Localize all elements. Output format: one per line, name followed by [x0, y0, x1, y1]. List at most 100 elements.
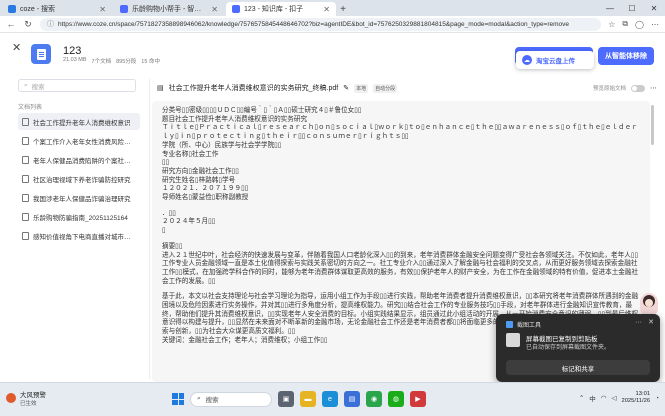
site-info-icon[interactable]: ⓘ [47, 19, 54, 29]
notification-bell-icon[interactable]: ◔ [655, 395, 659, 402]
notification-body: 已自动保存到屏幕截图文件夹。 [526, 345, 611, 351]
new-tab-button[interactable]: + [336, 2, 350, 16]
close-tab-icon[interactable]: ✕ [211, 5, 218, 14]
file-icon [22, 136, 29, 145]
task-view-icon[interactable]: ▣ [278, 391, 294, 407]
doc-paragraph: １２０２１．２０７１９９▯▯ [162, 185, 249, 193]
close-icon[interactable]: ✕ [12, 41, 21, 54]
markup-and-share-button[interactable]: 标记和共享 [506, 360, 650, 375]
notification-more-icon[interactable]: ··· [635, 319, 642, 326]
system-tray: ⌃ 中 ◠ ◁ 13:01 2025/11/26 ◔ [579, 391, 659, 405]
edge-icon[interactable]: e [322, 391, 338, 407]
document-list-title: 文档列表 [18, 105, 43, 111]
cloud-upload-label: 淘宝云盘上传 [536, 58, 575, 65]
close-window-button[interactable]: ✕ [643, 0, 665, 16]
address-bar: ← ↻ ⓘ https://www.coze.cn/space/75718273… [0, 16, 665, 33]
menu-icon[interactable]: ⋯ [651, 20, 659, 29]
doc-paragraph: ２０２４年５月▯▯ [162, 218, 216, 226]
weather-alert-icon [6, 393, 16, 403]
tab-shopping-helper[interactable]: 乐龄购物小帮手 - 智能体 - 扣子 ✕ [114, 2, 224, 16]
notification-header: 截图工具 [506, 320, 541, 329]
store-icon[interactable]: ▤ [344, 391, 360, 407]
remove-from-agent-button[interactable]: 从智能体移除 [598, 47, 654, 65]
media-icon[interactable]: ▶ [410, 391, 426, 407]
doc-paragraph: 专业名称▯社会工作 [162, 150, 219, 158]
clock-time: 13:01 [635, 391, 651, 397]
doc-paragraph: 研究方向▯金融社会工作▯▯ [162, 167, 239, 175]
browser-tab-bar: coze - 搜索 ✕ 乐龄购物小帮手 - 智能体 - 扣子 ✕ 123 - 知… [0, 0, 665, 16]
document-item[interactable]: 社区治理视域下养老诈骗防控研究 [18, 170, 140, 187]
wifi-icon[interactable]: ◠ [601, 394, 607, 402]
file-explorer-icon[interactable]: ▬ [300, 391, 316, 407]
wechat-icon[interactable]: ◍ [388, 391, 404, 407]
clock[interactable]: 13:01 2025/11/26 [621, 391, 650, 405]
coze-favicon-icon [120, 5, 128, 13]
document-item[interactable]: 个案工作介入老年女性消费风险认知 [18, 132, 140, 149]
doc-paragraph: 学院（所、中心）民族学与社会学学院▯▯ [162, 141, 282, 149]
document-item[interactable]: 我国涉老年人保健品诈骗治理研究 [18, 189, 140, 206]
refresh-icon[interactable]: ↻ [23, 19, 33, 30]
edit-icon[interactable]: ✎ [343, 84, 349, 92]
doc-paragraph: ．▯▯ [162, 209, 176, 217]
knowledge-base-icon [31, 44, 51, 64]
doc-paragraph: Ｔｉｔｌｅ▯Ｐｒａｃｔｉｃａｌ▯ｒｅｓｅａｒｃｈ▯ｏｎ▯ｓｏｃｉａｌ▯ｗｏｒｋ▯… [162, 124, 638, 141]
search-icon: ⌕ [24, 81, 28, 89]
weather-subtitle: 已生效 [20, 401, 37, 407]
weather-title: 大风预警 [20, 392, 46, 399]
search-icon: ⌕ [197, 395, 201, 402]
doc-paragraph: 导师姓名▯蒙益俭▯职称副教授 [162, 194, 249, 202]
screenshot-notification[interactable]: 截图工具 ··· ✕ 屏幕截图已复制到剪贴板 已自动保存到屏幕截图文件夹。 标记… [496, 314, 660, 382]
document-item[interactable]: 感知价值视角下电商直播对城市低龄 [18, 227, 140, 244]
close-tab-icon[interactable]: ✕ [99, 5, 106, 14]
start-button[interactable] [172, 393, 184, 405]
window-controls: — ☐ ✕ [599, 0, 665, 16]
document-header: ▤ 社会工作提升老年人消费维权意识的实务研究_终稿.pdf ✎ 本地 自动分段 … [157, 82, 657, 94]
extensions-icon[interactable]: ⧉ [622, 19, 628, 29]
file-icon [22, 155, 29, 164]
segment-mode-badge: 自动分段 [373, 83, 398, 93]
pdf-file-icon: ▤ [157, 85, 164, 92]
doc-paragraph: ▯ [162, 227, 166, 235]
chrome-icon[interactable]: ◉ [366, 391, 382, 407]
profile-icon[interactable]: ◯ [635, 20, 644, 29]
cloud-upload-icon: ☁ [522, 55, 532, 65]
clock-date: 2025/11/26 [621, 398, 651, 404]
tab-knowledge-123[interactable]: 123 - 知识库 - 扣子 ✕ [226, 2, 336, 16]
doc-count-stat: 7个文档 [91, 59, 112, 65]
document-item[interactable]: 老年人保健品消费陷阱的个案社会工作 [18, 151, 140, 168]
search-placeholder: 搜索 [31, 83, 45, 91]
snipping-tool-icon [506, 321, 513, 328]
back-arrow-icon[interactable]: ← [6, 19, 16, 29]
more-options-icon[interactable]: ⋯ [650, 84, 657, 92]
weather-widget[interactable]: 大风预警 已生效 [6, 389, 46, 407]
preview-original-label: 预览原始文档 [592, 86, 626, 92]
url-text: https://www.coze.cn/space/75718273588989… [58, 20, 570, 28]
document-item[interactable]: 乐龄购物防骗指南_20251125164 [18, 208, 140, 225]
taskbar: 大风预警 已生效 ⌕ 搜索 ▣ ▬ e ▤ ◉ ◍ ▶ ⌃ 中 ◠ ◁ 13:0… [0, 382, 665, 416]
minimize-button[interactable]: — [599, 0, 621, 16]
file-icon [22, 212, 29, 221]
knowledge-base-name: 123 [63, 45, 82, 57]
document-sidebar: ⌕ 搜索 文档列表 社会工作提升老年人消费维权意识 个案工作介入老年女性消费风险… [18, 79, 140, 379]
tab-coze-search[interactable]: coze - 搜索 ✕ [2, 2, 112, 16]
document-item[interactable]: 社会工作提升老年人消费维权意识 [18, 113, 140, 130]
close-tab-icon[interactable]: ✕ [323, 5, 330, 14]
doc-paragraph: ▯▯ [162, 159, 170, 167]
maximize-button[interactable]: ☐ [621, 0, 643, 16]
notification-close-icon[interactable]: ✕ [648, 318, 654, 326]
segment-count-stat: 895分段 [116, 59, 137, 65]
document-scrollbar[interactable] [651, 105, 654, 145]
star-icon[interactable]: ☆ [608, 20, 615, 29]
cloud-upload-popup[interactable]: ☁ 淘宝云盘上传 [516, 51, 594, 69]
preview-original-toggle[interactable] [631, 84, 645, 92]
taskbar-search[interactable]: ⌕ 搜索 [190, 391, 272, 407]
url-field[interactable]: ⓘ https://www.coze.cn/space/757182735889… [40, 17, 602, 31]
file-icon [22, 231, 29, 240]
tray-overflow-icon[interactable]: ⌃ [579, 394, 584, 402]
hit-count-stat: 15 命中 [141, 59, 160, 65]
document-search-input[interactable]: ⌕ 搜索 [18, 79, 136, 92]
coze-favicon-icon [232, 5, 240, 13]
input-language-indicator[interactable]: 中 [589, 393, 596, 403]
volume-icon[interactable]: ◁ [611, 394, 616, 402]
file-icon [22, 174, 29, 183]
